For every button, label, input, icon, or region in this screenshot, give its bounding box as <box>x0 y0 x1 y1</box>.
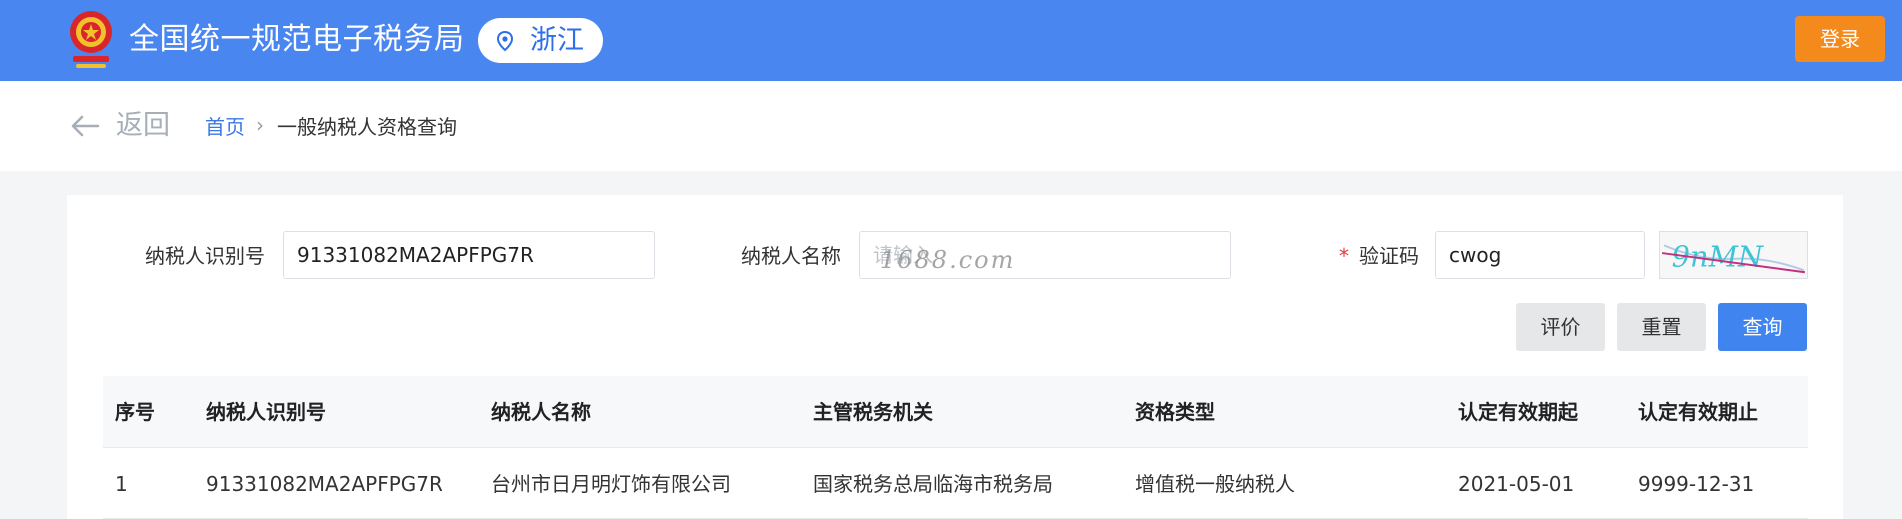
breadcrumb-separator: › <box>256 113 264 137</box>
taxpayer-name-label: 纳税人名称 <box>741 244 841 268</box>
cell-qualification-type: 增值税一般纳税人 <box>1135 472 1295 496</box>
required-mark: * <box>1339 244 1349 268</box>
login-button[interactable]: 登录 <box>1795 16 1885 62</box>
breadcrumb-current: 一般纳税人资格查询 <box>277 115 457 139</box>
back-arrow-icon <box>71 115 100 137</box>
back-label: 返回 <box>116 110 170 141</box>
captcha-label: * 验证码 <box>1339 244 1419 268</box>
column-header-index: 序号 <box>115 400 155 424</box>
back-button[interactable]: 返回 <box>70 108 170 144</box>
top-bar: 全国统一规范电子税务局 浙江 登录 <box>0 0 1902 81</box>
region-selector[interactable]: 浙江 <box>478 18 603 63</box>
query-button[interactable]: 查询 <box>1718 303 1807 351</box>
column-header-taxpayer-name: 纳税人名称 <box>491 400 591 424</box>
reset-button[interactable]: 重置 <box>1617 303 1706 351</box>
captcha-input[interactable] <box>1435 231 1645 279</box>
cell-index: 1 <box>115 472 128 496</box>
location-pin-icon <box>496 30 514 52</box>
breadcrumb-home-link[interactable]: 首页 <box>205 113 245 141</box>
taxpayer-id-input[interactable] <box>283 231 655 279</box>
cell-valid-from: 2021-05-01 <box>1458 472 1575 496</box>
column-header-valid-from: 认定有效期起 <box>1458 400 1578 424</box>
cell-valid-to: 9999-12-31 <box>1638 472 1755 496</box>
column-header-taxpayer-id: 纳税人识别号 <box>206 400 326 424</box>
results-table-header: 序号 纳税人识别号 纳税人名称 主管税务机关 资格类型 认定有效期起 认定有效期… <box>103 376 1808 448</box>
captcha-image[interactable]: 9nMN <box>1659 231 1808 279</box>
captcha-label-text: 验证码 <box>1359 244 1419 268</box>
cell-taxpayer-name: 台州市日月明灯饰有限公司 <box>491 472 731 496</box>
table-row: 1 91331082MA2APFPG7R 台州市日月明灯饰有限公司 国家税务总局… <box>103 448 1808 519</box>
cell-tax-authority: 国家税务总局临海市税务局 <box>813 472 1053 496</box>
tax-emblem-icon <box>70 11 112 68</box>
taxpayer-id-label: 纳税人识别号 <box>145 244 265 268</box>
site-title: 全国统一规范电子税务局 <box>129 22 465 57</box>
column-header-valid-to: 认定有效期止 <box>1638 400 1758 424</box>
region-label: 浙江 <box>530 25 584 56</box>
breadcrumb-bar: 返回 首页 › 一般纳税人资格查询 <box>0 81 1902 171</box>
column-header-qualification-type: 资格类型 <box>1135 400 1215 424</box>
evaluate-button[interactable]: 评价 <box>1516 303 1605 351</box>
taxpayer-name-input[interactable] <box>859 231 1231 279</box>
column-header-tax-authority: 主管税务机关 <box>813 400 933 424</box>
cell-taxpayer-id: 91331082MA2APFPG7R <box>206 472 443 496</box>
